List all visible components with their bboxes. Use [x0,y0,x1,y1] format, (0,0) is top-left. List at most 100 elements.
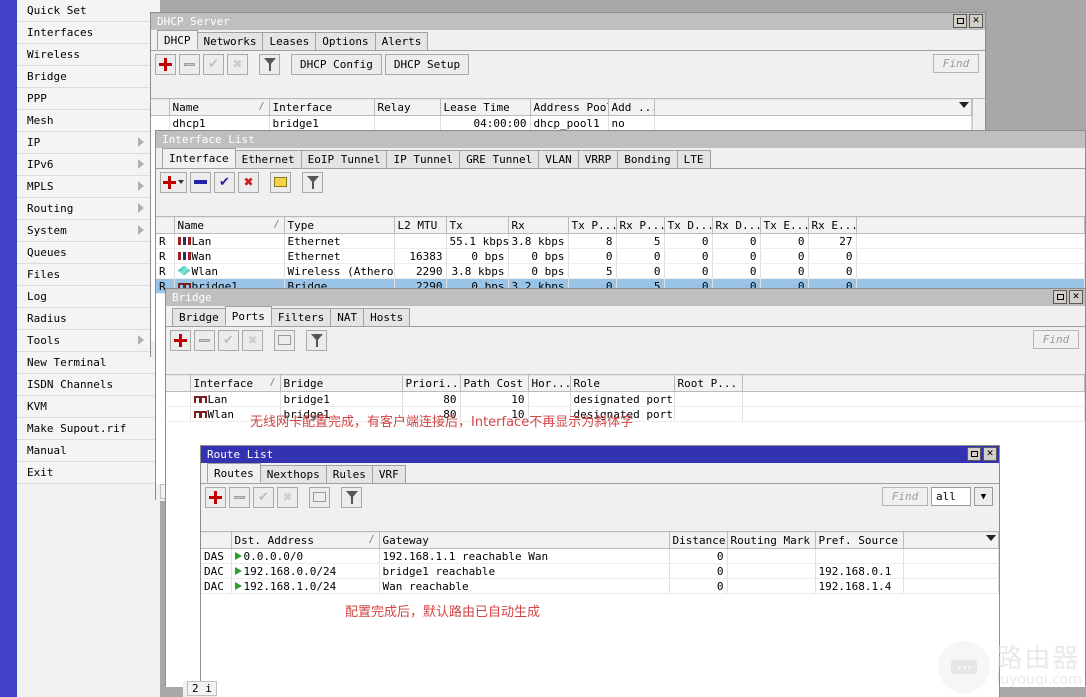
column-header-hor[interactable]: Hor... [528,376,570,392]
column-header-rx[interactable]: Rx [508,218,568,234]
route-list-titlebar[interactable]: Route List ✕ [201,446,999,463]
column-header-dst-address[interactable]: Dst. Address/ [231,533,379,549]
dhcp-table-body[interactable]: dhcp1bridge104:00:00dhcp_pool1no [151,116,972,131]
interface-tab-bonding[interactable]: Bonding [617,150,677,168]
route-list-window[interactable]: Route List ✕ RoutesNexthopsRulesVRF ✔ ✖ … [200,445,1000,697]
bridge-table-header[interactable]: Interface/BridgePriori...Path CostHor...… [166,376,1085,392]
menu-item-ppp[interactable]: PPP [17,88,160,110]
find-input[interactable]: Find [1033,330,1079,349]
close-icon[interactable]: ✕ [969,14,983,28]
filter-button[interactable] [306,330,327,351]
enable-route-button[interactable]: ✔ [253,487,274,508]
menu-item-isdn-channels[interactable]: ISDN Channels [17,374,160,396]
column-header-rx-p[interactable]: Rx P... [616,218,664,234]
filter-button[interactable] [341,487,362,508]
menu-item-queues[interactable]: Queues [17,242,160,264]
bridge-tabbar[interactable]: BridgePortsFiltersNATHosts [166,306,1085,327]
table-row[interactable]: RWlanWireless (Athero...22903.8 kbps0 bp… [156,264,1085,279]
column-header-distance[interactable]: Distance [669,533,727,549]
filter-button[interactable] [259,54,280,75]
enable-button[interactable]: ✔ [203,54,224,75]
table-row[interactable]: DAC192.168.1.0/24Wan reachable0192.168.1… [201,579,999,594]
dhcp-server-table[interactable]: Name/InterfaceRelayLease TimeAddress Poo… [151,99,972,131]
add-route-button[interactable] [205,487,226,508]
menu-item-system[interactable]: System [17,220,160,242]
add-port-button[interactable] [170,330,191,351]
add-interface-button[interactable] [160,172,187,193]
menu-item-tools[interactable]: Tools [17,330,160,352]
table-row[interactable]: DAS0.0.0.0/0192.168.1.1 reachable Wan0 [201,549,999,564]
column-header-blank[interactable] [151,100,169,116]
dhcp-tab-networks[interactable]: Networks [197,32,264,50]
column-header-blank[interactable] [654,100,972,116]
menu-item-bridge[interactable]: Bridge [17,66,160,88]
interface-toolbar[interactable]: ✔ ✖ [156,169,1085,195]
comment-button[interactable] [309,487,330,508]
column-header-address-pool[interactable]: Address Pool [530,100,608,116]
interface-list-titlebar[interactable]: Interface List [156,131,1085,148]
column-header-tx[interactable]: Tx [446,218,508,234]
maximize-icon[interactable] [967,447,981,461]
comment-button[interactable] [274,330,295,351]
column-header-relay[interactable]: Relay [374,100,440,116]
enable-port-button[interactable]: ✔ [218,330,239,351]
column-header-type[interactable]: Type [284,218,394,234]
menu-item-radius[interactable]: Radius [17,308,160,330]
route-find-area[interactable]: Find all ▼ [882,487,993,506]
dhcp-server-titlebar[interactable]: DHCP Server ✕ [151,13,985,30]
filter-button[interactable] [302,172,323,193]
interface-tabbar[interactable]: InterfaceEthernetEoIP TunnelIP TunnelGRE… [156,148,1085,169]
route-filter-select[interactable]: all [931,487,971,506]
interface-tab-vrrp[interactable]: VRRP [578,150,619,168]
maximize-icon[interactable] [953,14,967,28]
menu-item-kvm[interactable]: KVM [17,396,160,418]
remove-route-button[interactable] [229,487,250,508]
column-header-add[interactable]: Add ... [608,100,654,116]
disable-interface-button[interactable]: ✖ [238,172,259,193]
remove-port-button[interactable] [194,330,215,351]
column-header-bridge[interactable]: Bridge [280,376,402,392]
interface-tab-ethernet[interactable]: Ethernet [235,150,302,168]
route-tabbar[interactable]: RoutesNexthopsRulesVRF [201,463,999,484]
column-header-name[interactable]: Name/ [169,100,269,116]
add-button[interactable] [155,54,176,75]
table-row[interactable]: dhcp1bridge104:00:00dhcp_pool1no [151,116,972,131]
column-chooser-icon[interactable] [986,535,996,541]
column-header-blank[interactable] [742,376,1085,392]
bridge-tab-nat[interactable]: NAT [330,308,364,326]
column-header-blank[interactable] [166,376,190,392]
route-tab-rules[interactable]: Rules [326,465,373,483]
dhcp-table-header[interactable]: Name/InterfaceRelayLease TimeAddress Poo… [151,100,972,116]
menu-item-mpls[interactable]: MPLS [17,176,160,198]
disable-route-button[interactable]: ✖ [277,487,298,508]
column-header-path-cost[interactable]: Path Cost [460,376,528,392]
close-icon[interactable]: ✕ [1069,290,1083,304]
column-header-l2-mtu[interactable]: L2 MTU [394,218,446,234]
column-header-priori[interactable]: Priori... [402,376,460,392]
menu-item-new-terminal[interactable]: New Terminal [17,352,160,374]
interface-tab-eoip-tunnel[interactable]: EoIP Tunnel [301,150,388,168]
close-icon[interactable]: ✕ [983,447,997,461]
bridge-tab-ports[interactable]: Ports [225,306,272,326]
route-table-body[interactable]: DAS0.0.0.0/0192.168.1.1 reachable Wan0 DA… [201,549,999,594]
route-tab-vrf[interactable]: VRF [372,465,406,483]
dhcp-find-area[interactable]: Find [933,54,979,73]
bridge-find-area[interactable]: Find [1033,330,1079,349]
column-header-role[interactable]: Role [570,376,674,392]
column-header-interface[interactable]: Interface/ [190,376,280,392]
dhcp-config-button[interactable]: DHCP Config [291,54,382,75]
menu-item-quick-set[interactable]: Quick Set [17,0,160,22]
bridge-tab-bridge[interactable]: Bridge [172,308,226,326]
menu-item-files[interactable]: Files [17,264,160,286]
column-header-root-p[interactable]: Root P... [674,376,742,392]
enable-interface-button[interactable]: ✔ [214,172,235,193]
table-row[interactable]: Lanbridge18010designated port [166,392,1085,407]
dhcp-toolbar[interactable]: ✔ ✖ DHCP Config DHCP Setup Find [151,51,985,77]
column-header-blank[interactable] [201,533,231,549]
menu-item-exit[interactable]: Exit [17,462,160,484]
menu-item-wireless[interactable]: Wireless [17,44,160,66]
table-row[interactable]: RLanEthernet55.1 kbps3.8 kbps8500027 [156,234,1085,249]
column-header-name[interactable]: Name/ [174,218,284,234]
column-chooser-icon[interactable] [959,102,969,108]
column-header-tx-p[interactable]: Tx P... [568,218,616,234]
